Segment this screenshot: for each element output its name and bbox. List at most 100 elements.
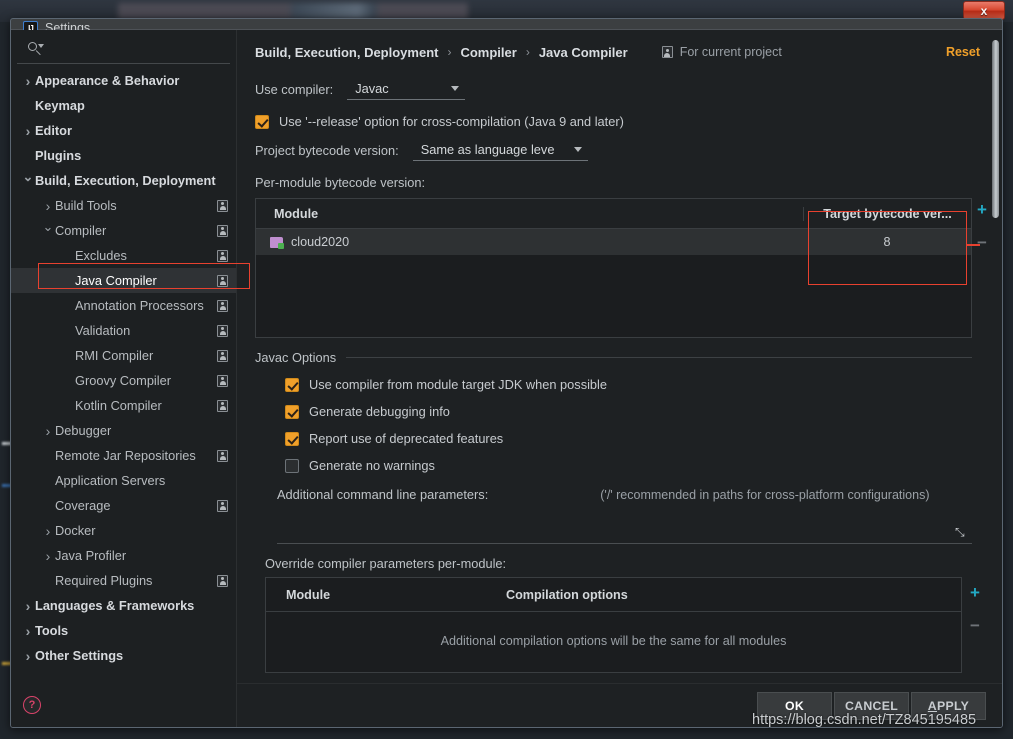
sidebar-item-coverage[interactable]: Coverage [11,493,236,518]
javac-option-row[interactable]: Generate debugging info [237,404,1002,419]
sidebar-item-validation[interactable]: Validation [11,318,236,343]
sidebar-item-label: Groovy Compiler [75,373,172,388]
project-bytecode-label: Project bytecode version: [255,142,399,158]
sidebar-item-languages-frameworks[interactable]: Languages & Frameworks [11,593,236,618]
table-row[interactable]: cloud2020 8 [256,229,971,255]
module-table-controls: + − [972,201,992,251]
compilation-options-column-header: Compilation options [506,587,628,602]
release-option-checkbox[interactable] [255,114,269,129]
chevron-closed-icon[interactable] [21,123,35,139]
sidebar-item-compiler[interactable]: Compiler [11,218,236,243]
apply-button[interactable]: A PPLY [911,691,986,720]
sidebar-item-excludes[interactable]: Excludes [11,243,236,268]
settings-sidebar: Appearance & Behavior Keymap Editor Plugins… [11,30,237,727]
override-params-table: Module Compilation options Additional co… [265,577,980,673]
remove-module-button[interactable]: − [977,234,987,251]
sidebar-item-appearance-behavior[interactable]: Appearance & Behavior [11,68,236,93]
sidebar-item-annotation-processors[interactable]: Annotation Processors [11,293,236,318]
sidebar-item-debugger[interactable]: Debugger [11,418,236,443]
override-table-controls: + − [965,584,985,634]
sidebar-item-label: Docker [55,523,96,538]
person-icon [217,299,228,312]
per-module-label: Per-module bytecode version: [255,175,426,190]
release-option-row[interactable]: Use '--release' option for cross-compila… [237,114,1002,129]
sidebar-search[interactable] [17,34,230,64]
help-icon[interactable]: ? [23,696,41,714]
javac-option-row[interactable]: Generate no warnings [237,458,1002,473]
scrollbar-thumb[interactable] [992,40,999,218]
sidebar-item-java-profiler[interactable]: Java Profiler [11,543,236,568]
chevron-closed-icon[interactable] [41,423,55,439]
breadcrumb-item-java-compiler: Java Compiler [538,44,628,60]
sidebar-item-rmi-compiler[interactable]: RMI Compiler [11,343,236,368]
sidebar-item-editor[interactable]: Editor [11,118,236,143]
javac-options-group: Javac Options [237,350,1002,365]
breadcrumb-item-compiler[interactable]: Compiler [460,45,516,60]
module-cell: cloud2020 [256,235,803,249]
person-icon [217,224,228,237]
cancel-button[interactable]: CANCEL [834,691,909,720]
breadcrumb-item-build[interactable]: Build, Execution, Deployment [255,45,438,60]
additional-params-row: Additional command line parameters: ('/'… [237,487,1002,502]
sidebar-item-remote-jar-repositories[interactable]: Remote Jar Repositories [11,443,236,468]
search-input[interactable] [48,41,220,56]
chevron-closed-icon[interactable] [41,523,55,539]
add-module-button[interactable]: + [977,201,987,218]
module-name: cloud2020 [291,235,350,249]
background-right-gutter [1003,22,1013,739]
target-bytecode-cell[interactable]: 8 [803,235,971,249]
sidebar-item-other-settings[interactable]: Other Settings [11,643,236,668]
javac-option-checkbox[interactable] [285,458,299,473]
chevron-closed-icon[interactable] [41,198,55,214]
chevron-open-icon[interactable] [41,223,55,239]
sidebar-item-docker[interactable]: Docker [11,518,236,543]
person-icon [217,499,228,512]
sidebar-item-tools[interactable]: Tools [11,618,236,643]
javac-options-checkboxes: Use compiler from module target JDK when… [237,377,1002,473]
sidebar-item-application-servers[interactable]: Application Servers [11,468,236,493]
sidebar-item-label: Java Compiler [75,273,157,288]
chevron-closed-icon[interactable] [21,623,35,639]
help-bar: ? [11,683,236,727]
ok-button[interactable]: OK [757,691,832,720]
sidebar-item-groovy-compiler[interactable]: Groovy Compiler [11,368,236,393]
sidebar-item-build-tools[interactable]: Build Tools [11,193,236,218]
javac-option-label: Generate debugging info [309,404,450,419]
javac-option-checkbox[interactable] [285,431,299,446]
settings-tree: Appearance & Behavior Keymap Editor Plugins… [11,64,236,683]
sidebar-item-label: Keymap [35,98,85,113]
additional-params-input[interactable]: ⤡ [277,508,972,544]
reset-link[interactable]: Reset [946,45,980,59]
dialog-body: Appearance & Behavior Keymap Editor Plugins… [11,29,1002,727]
javac-option-row[interactable]: Report use of deprecated features [237,431,1002,446]
chevron-closed-icon[interactable] [21,73,35,89]
remove-override-button[interactable]: − [970,617,980,634]
sidebar-item-kotlin-compiler[interactable]: Kotlin Compiler [11,393,236,418]
content-scrollbar[interactable] [991,32,1000,681]
sidebar-item-label: Remote Jar Repositories [55,448,196,463]
javac-option-row[interactable]: Use compiler from module target JDK when… [237,377,1002,392]
project-bytecode-select[interactable]: Same as language leve [412,139,589,161]
sidebar-item-keymap[interactable]: Keymap [11,93,236,118]
add-override-button[interactable]: + [970,584,980,601]
javac-option-checkbox[interactable] [285,377,299,392]
expand-icon[interactable]: ⤡ [955,526,968,539]
javac-option-label: Generate no warnings [309,458,435,473]
javac-option-checkbox[interactable] [285,404,299,419]
sidebar-item-required-plugins[interactable]: Required Plugins [11,568,236,593]
apply-button-label: PPLY [936,698,970,713]
chevron-closed-icon[interactable] [21,598,35,614]
additional-params-label: Additional command line parameters: [277,487,489,502]
chevron-open-icon[interactable] [21,173,35,189]
sidebar-item-build-execution-deployment[interactable]: Build, Execution, Deployment [11,168,236,193]
chevron-closed-icon[interactable] [21,648,35,664]
sidebar-item-label: RMI Compiler [75,348,154,363]
use-compiler-select[interactable]: Javac [347,78,466,100]
sidebar-item-java-compiler[interactable]: Java Compiler [11,268,236,293]
chevron-closed-icon[interactable] [41,548,55,564]
breadcrumb-separator-icon: › [447,45,452,59]
person-icon [217,199,228,212]
sidebar-item-plugins[interactable]: Plugins [11,143,236,168]
dialog-button-bar: OK CANCEL A PPLY [237,683,1002,727]
sidebar-item-label: Editor [35,123,72,138]
